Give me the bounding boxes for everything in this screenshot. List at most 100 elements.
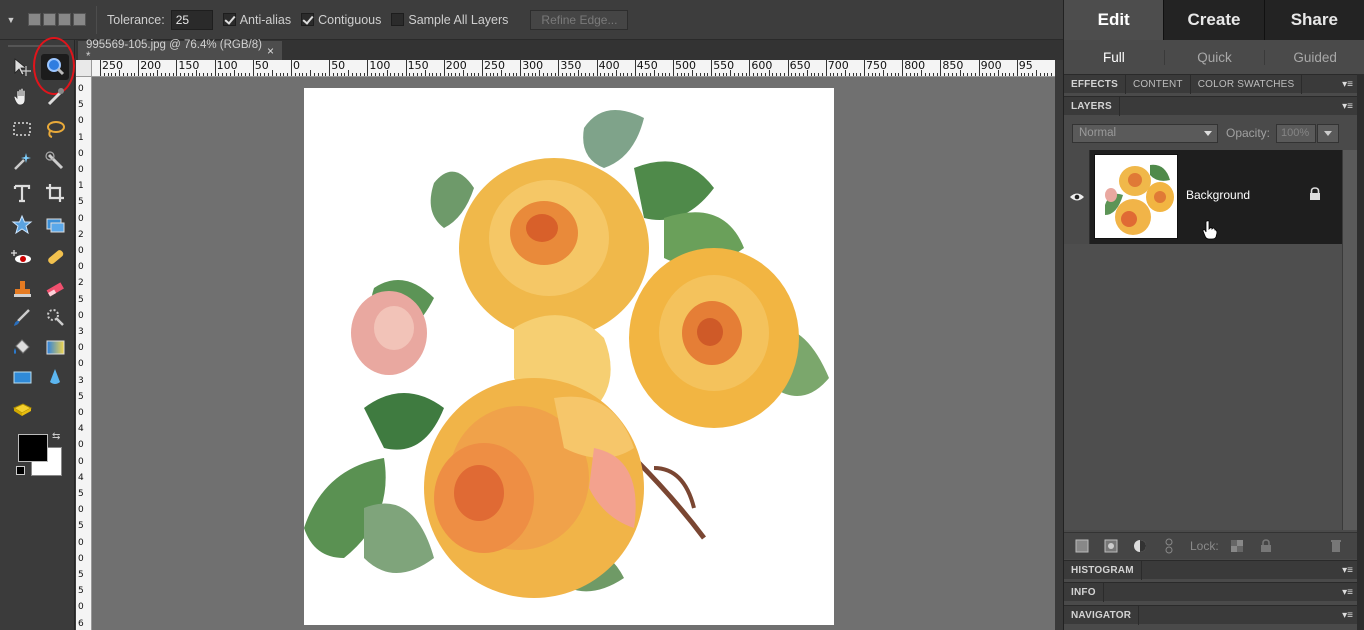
tab-quick[interactable]: Quick <box>1165 49 1266 65</box>
hand-tool-icon[interactable] <box>8 84 36 110</box>
add-to-selection-icon[interactable] <box>43 13 56 26</box>
tolerance-input[interactable]: 25 <box>170 9 213 30</box>
opacity-input[interactable]: 100% <box>1276 123 1317 143</box>
ruler-tick <box>103 73 105 76</box>
ruler-tick <box>363 73 365 76</box>
canvas-vertical-scrollbar[interactable] <box>1055 60 1063 630</box>
anti-alias-checkbox[interactable]: Anti-alias <box>222 13 291 27</box>
new-selection-icon[interactable] <box>28 13 41 26</box>
document-tab[interactable]: 995569-105.jpg @ 76.4% (RGB/8) * × <box>78 39 282 63</box>
default-colors-icon[interactable] <box>16 466 25 475</box>
close-icon[interactable]: × <box>267 44 274 58</box>
blur-tool-icon[interactable] <box>41 364 69 390</box>
swap-colors-icon[interactable]: ⇆ <box>52 431 60 442</box>
canvas-area[interactable] <box>92 77 1055 630</box>
sample-all-layers-checkbox[interactable]: Sample All Layers <box>391 13 508 27</box>
checkbox-checked-icon[interactable] <box>301 13 315 26</box>
shape-tool-icon[interactable] <box>8 364 36 390</box>
ruler-tick <box>848 73 850 76</box>
intersect-selection-icon[interactable] <box>73 13 86 26</box>
ruler-tick <box>669 73 671 76</box>
ruler-tick <box>1016 60 1018 76</box>
layer-row-background[interactable]: Background <box>1064 150 1342 244</box>
checkbox-unchecked-icon[interactable] <box>391 13 405 26</box>
delete-layer-icon[interactable] <box>1325 536 1347 556</box>
new-layer-icon[interactable] <box>1071 536 1093 556</box>
tab-content[interactable]: CONTENT <box>1126 74 1191 94</box>
ruler-tick <box>615 70 617 76</box>
panel-menu-icon[interactable]: ▾≡ <box>1342 101 1353 112</box>
cookie-cutter-tool-icon[interactable] <box>8 212 36 238</box>
quick-selection-tool-icon[interactable] <box>41 148 69 174</box>
subtract-from-selection-icon[interactable] <box>58 13 71 26</box>
ruler-tick <box>955 73 957 76</box>
foreground-color-swatch[interactable] <box>18 434 48 462</box>
zoom-tool-icon[interactable] <box>41 54 69 80</box>
checkbox-checked-icon[interactable] <box>222 13 236 26</box>
crop-tool-icon[interactable] <box>41 180 69 206</box>
clone-stamp-tool-icon[interactable] <box>8 276 36 302</box>
blend-mode-select[interactable]: Normal <box>1072 123 1218 143</box>
tab-full[interactable]: Full <box>1064 49 1165 65</box>
ruler-tick <box>653 70 655 76</box>
link-layers-icon[interactable] <box>1158 536 1180 556</box>
tool-preset-dropdown[interactable]: ▼ <box>0 0 22 40</box>
toolbox-grip[interactable] <box>8 45 68 47</box>
spot-healing-brush-tool-icon[interactable] <box>41 244 69 270</box>
lock-all-icon[interactable] <box>1255 536 1277 556</box>
tab-guided[interactable]: Guided <box>1265 50 1364 65</box>
opacity-dropdown-button[interactable] <box>1317 123 1340 143</box>
tab-create[interactable]: Create <box>1164 0 1265 40</box>
ruler-tick <box>405 60 407 76</box>
lock-transparent-pixels-icon[interactable] <box>1226 536 1248 556</box>
contiguous-checkbox[interactable]: Contiguous <box>301 13 381 27</box>
vertical-ruler[interactable]: 0 5 0 1 0 0 1 5 0 2 0 0 2 5 0 3 0 0 3 5 0 4 0 0 4 5 0 5 0 0 5 5 0 6 <box>76 77 92 630</box>
ruler-tick <box>436 73 438 76</box>
lasso-tool-icon[interactable] <box>41 116 69 142</box>
document-image[interactable] <box>304 88 834 625</box>
red-eye-removal-tool-icon[interactable] <box>8 244 36 270</box>
gradient-tool-icon[interactable] <box>41 334 69 360</box>
panel-scrollbar[interactable] <box>1357 74 1364 630</box>
sponge-tool-icon[interactable] <box>8 396 36 422</box>
tab-edit[interactable]: Edit <box>1064 0 1165 40</box>
tab-navigator[interactable]: NAVIGATOR <box>1064 605 1140 625</box>
ruler-tick <box>119 70 121 76</box>
horizontal-ruler[interactable]: 250 200 150 100 50 0 50 100 150 200 250 300 350 400 45… <box>92 60 1055 77</box>
ruler-tick-label: 4 <box>78 472 84 483</box>
edit-sub-tabs: Full Quick Guided <box>1064 40 1364 74</box>
refine-edge-button[interactable]: Refine Edge... <box>530 9 629 30</box>
ruler-tick <box>271 70 273 76</box>
ruler-origin[interactable] <box>76 60 92 77</box>
ruler-tick <box>310 70 312 76</box>
layer-thumbnail[interactable] <box>1094 154 1178 239</box>
recompose-tool-icon[interactable] <box>41 212 69 238</box>
ruler-tick <box>245 73 247 76</box>
eraser-tool-icon[interactable] <box>41 276 69 302</box>
tab-color-swatches[interactable]: COLOR SWATCHES <box>1191 74 1303 94</box>
panel-menu-icon[interactable]: ▾≡ <box>1342 587 1353 598</box>
layers-scrollbar[interactable] <box>1342 150 1357 530</box>
layer-mask-icon[interactable] <box>1100 536 1122 556</box>
brush-tool-icon[interactable] <box>8 304 36 330</box>
adjustment-layer-icon[interactable] <box>1129 536 1151 556</box>
tab-info[interactable]: INFO <box>1064 582 1104 602</box>
layer-visibility-toggle[interactable] <box>1064 150 1090 244</box>
panel-menu-icon[interactable]: ▾≡ <box>1342 79 1353 90</box>
tab-layers[interactable]: LAYERS <box>1064 96 1120 116</box>
rectangular-marquee-tool-icon[interactable] <box>8 116 36 142</box>
paint-bucket-tool-icon[interactable] <box>8 334 36 360</box>
ruler-tick <box>783 73 785 76</box>
tab-share[interactable]: Share <box>1264 0 1364 40</box>
move-tool-icon[interactable] <box>8 54 36 80</box>
ruler-tick <box>730 70 732 76</box>
tab-effects[interactable]: EFFECTS <box>1064 74 1126 94</box>
ruler-tick <box>474 73 476 76</box>
panel-menu-icon[interactable]: ▾≡ <box>1342 610 1353 621</box>
type-tool-icon[interactable] <box>8 180 36 206</box>
eyedropper-tool-icon[interactable] <box>41 84 69 110</box>
tab-histogram[interactable]: HISTOGRAM <box>1064 560 1142 580</box>
panel-menu-icon[interactable]: ▾≡ <box>1342 565 1353 576</box>
magic-wand-tool-icon[interactable] <box>8 148 36 174</box>
smart-brush-tool-icon[interactable] <box>41 304 69 330</box>
